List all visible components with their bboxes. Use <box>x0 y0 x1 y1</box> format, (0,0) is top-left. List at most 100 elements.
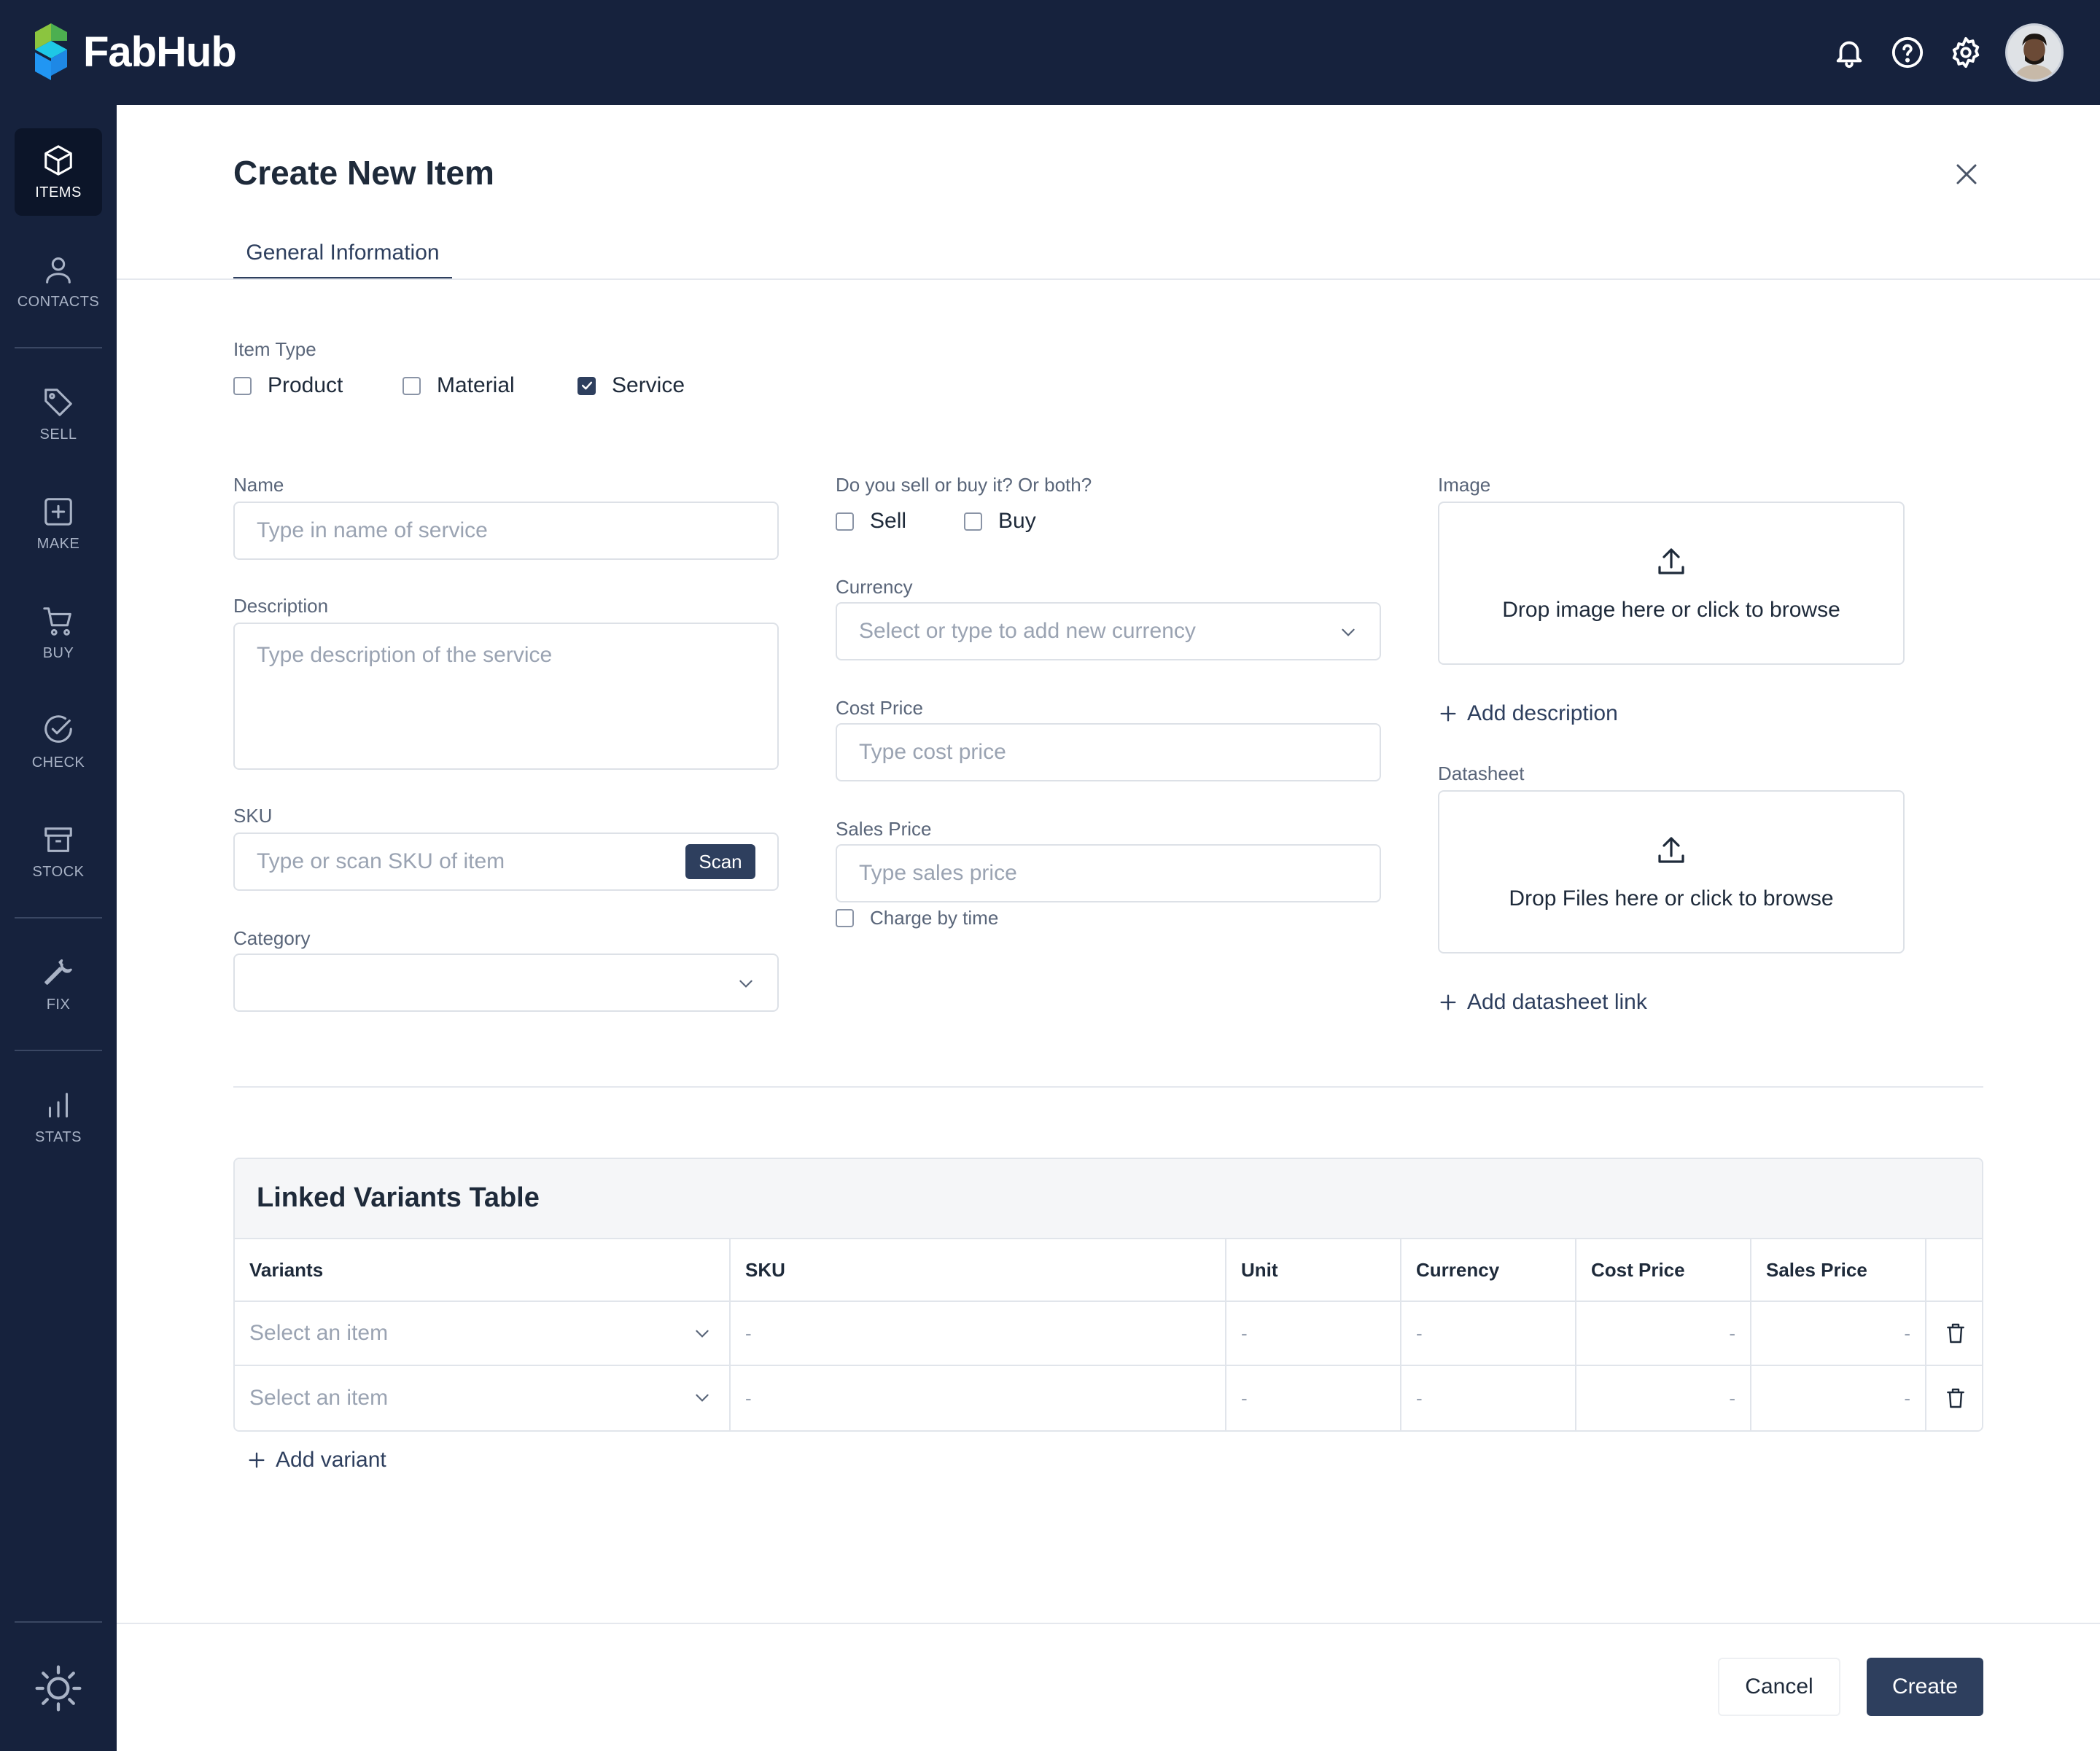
name-input[interactable] <box>233 502 779 560</box>
tab-general-information[interactable]: General Information <box>233 241 452 280</box>
table-cell-sales-price: - <box>1751 1302 1926 1366</box>
linked-variants-table: Linked Variants Table Variants SKU Unit … <box>233 1158 1983 1432</box>
currency-select[interactable]: Select or type to add new currency <box>836 602 1381 660</box>
sidebar-item-sell[interactable]: SELL <box>15 370 102 458</box>
buy-checkbox[interactable]: Buy <box>964 509 1036 534</box>
wrench-icon <box>44 959 72 985</box>
tab-divider <box>117 278 2100 280</box>
add-description-link[interactable]: Add description <box>1438 701 1618 726</box>
sidebar-item-make[interactable]: MAKE <box>15 480 102 567</box>
close-icon <box>1956 164 1977 184</box>
checkbox-box <box>964 512 982 531</box>
cancel-button[interactable]: Cancel <box>1718 1658 1840 1716</box>
fabhub-logo[interactable]: FabHub <box>32 22 237 82</box>
checkbox-label: Buy <box>998 509 1036 533</box>
add-datasheet-link[interactable]: Add datasheet link <box>1438 990 1647 1015</box>
sales-price-label: Sales Price <box>836 818 932 840</box>
checkbox-label: Service <box>612 373 685 397</box>
table-cell-sales-price: - <box>1751 1366 1926 1430</box>
description-label: Description <box>233 595 329 617</box>
sidebar-item-label: CHECK <box>31 754 85 771</box>
variant-select[interactable]: Select an item <box>235 1302 731 1366</box>
trash-icon <box>1947 1323 1964 1344</box>
datasheet-dropzone[interactable]: Drop Files here or click to browse <box>1438 790 1905 954</box>
sidebar-item-check[interactable]: CHECK <box>15 698 102 786</box>
column-header-variants: Variants <box>235 1239 731 1302</box>
sidebar-item-buy[interactable]: BUY <box>15 589 102 676</box>
add-variant-label: Add variant <box>276 1448 386 1472</box>
checkbox-box <box>233 376 252 395</box>
sidebar-item-stats[interactable]: STATS <box>15 1073 102 1161</box>
checkbox-box-checked <box>578 376 596 395</box>
currency-label: Currency <box>836 576 913 598</box>
sidebar-divider <box>15 1050 102 1051</box>
sidebar-item-label: STATS <box>35 1128 82 1145</box>
charge-by-time-checkbox[interactable]: Charge by time <box>836 907 998 929</box>
sell-checkbox[interactable]: Sell <box>836 509 906 534</box>
sidebar-divider <box>15 1621 102 1623</box>
table-cell-sku: - <box>731 1366 1226 1430</box>
description-textarea[interactable] <box>233 623 779 770</box>
user-avatar[interactable] <box>2005 23 2064 82</box>
tag-icon <box>44 388 72 416</box>
checkbox-label: Product <box>268 373 343 397</box>
category-select[interactable] <box>233 954 779 1012</box>
item-type-label: Item Type <box>233 338 316 360</box>
close-button[interactable] <box>1948 156 1985 192</box>
image-dropzone-text: Drop image here or click to browse <box>1502 598 1840 622</box>
image-dropzone[interactable]: Drop image here or click to browse <box>1438 502 1905 665</box>
sidebar-item-label: MAKE <box>36 535 80 552</box>
chevron-down-icon <box>739 980 752 988</box>
theme-toggle-button[interactable] <box>15 1645 102 1732</box>
upload-icon <box>1658 837 1684 863</box>
footer-divider <box>117 1623 2100 1624</box>
help-icon[interactable] <box>1889 34 1926 71</box>
page-title: Create New Item <box>233 154 494 192</box>
sidebar-item-label: BUY <box>42 644 74 661</box>
cost-price-label: Cost Price <box>836 697 923 719</box>
table-cell-unit: - <box>1226 1302 1401 1366</box>
table-header-bar: Linked Variants Table <box>235 1159 1982 1239</box>
image-label: Image <box>1438 474 1491 496</box>
scan-button[interactable]: Scan <box>685 844 755 879</box>
plus-square-icon <box>44 497 72 526</box>
table-cell-currency: - <box>1401 1302 1576 1366</box>
notification-bell-icon[interactable] <box>1830 34 1868 71</box>
column-header-sku: SKU <box>731 1239 1226 1302</box>
currency-placeholder: Select or type to add new currency <box>859 619 1196 643</box>
bar-chart-icon <box>48 1092 69 1118</box>
sidebar-item-contacts[interactable]: CONTACTS <box>15 238 102 325</box>
checkbox-label: Charge by time <box>870 907 999 929</box>
plus-icon <box>249 1452 265 1468</box>
cart-icon <box>43 607 71 636</box>
add-variant-button[interactable]: Add variant <box>246 1448 386 1473</box>
add-description-label: Add description <box>1467 701 1618 725</box>
delete-row-button[interactable] <box>1926 1302 1982 1366</box>
sun-icon <box>35 1665 82 1712</box>
variant-select[interactable]: Select an item <box>235 1366 731 1430</box>
section-divider <box>233 1086 1983 1088</box>
check-circle-icon <box>44 714 72 743</box>
name-label: Name <box>233 474 284 496</box>
trash-icon <box>1947 1388 1964 1408</box>
item-type-product-checkbox[interactable]: Product <box>233 373 343 398</box>
sidebar-item-fix[interactable]: FIX <box>15 940 102 1028</box>
column-header-sales-price: Sales Price <box>1751 1239 1926 1302</box>
column-header-cost-price: Cost Price <box>1576 1239 1751 1302</box>
create-button[interactable]: Create <box>1867 1658 1983 1716</box>
sidebar-item-items[interactable]: ITEMS <box>15 128 102 216</box>
delete-row-button[interactable] <box>1926 1366 1982 1430</box>
category-label: Category <box>233 927 311 949</box>
chevron-down-icon <box>696 1330 709 1338</box>
item-type-material-checkbox[interactable]: Material <box>402 373 515 398</box>
sku-label: SKU <box>233 805 273 827</box>
table-cell-sku: - <box>731 1302 1226 1366</box>
sidebar-item-stock[interactable]: STOCK <box>15 808 102 895</box>
item-type-service-checkbox[interactable]: Service <box>578 373 685 398</box>
fabhub-logo-icon <box>35 23 67 80</box>
upload-icon <box>1658 548 1684 574</box>
chevron-down-icon <box>696 1394 709 1402</box>
sales-price-input[interactable] <box>836 844 1381 902</box>
settings-gear-icon[interactable] <box>1947 34 1985 71</box>
cost-price-input[interactable] <box>836 723 1381 781</box>
